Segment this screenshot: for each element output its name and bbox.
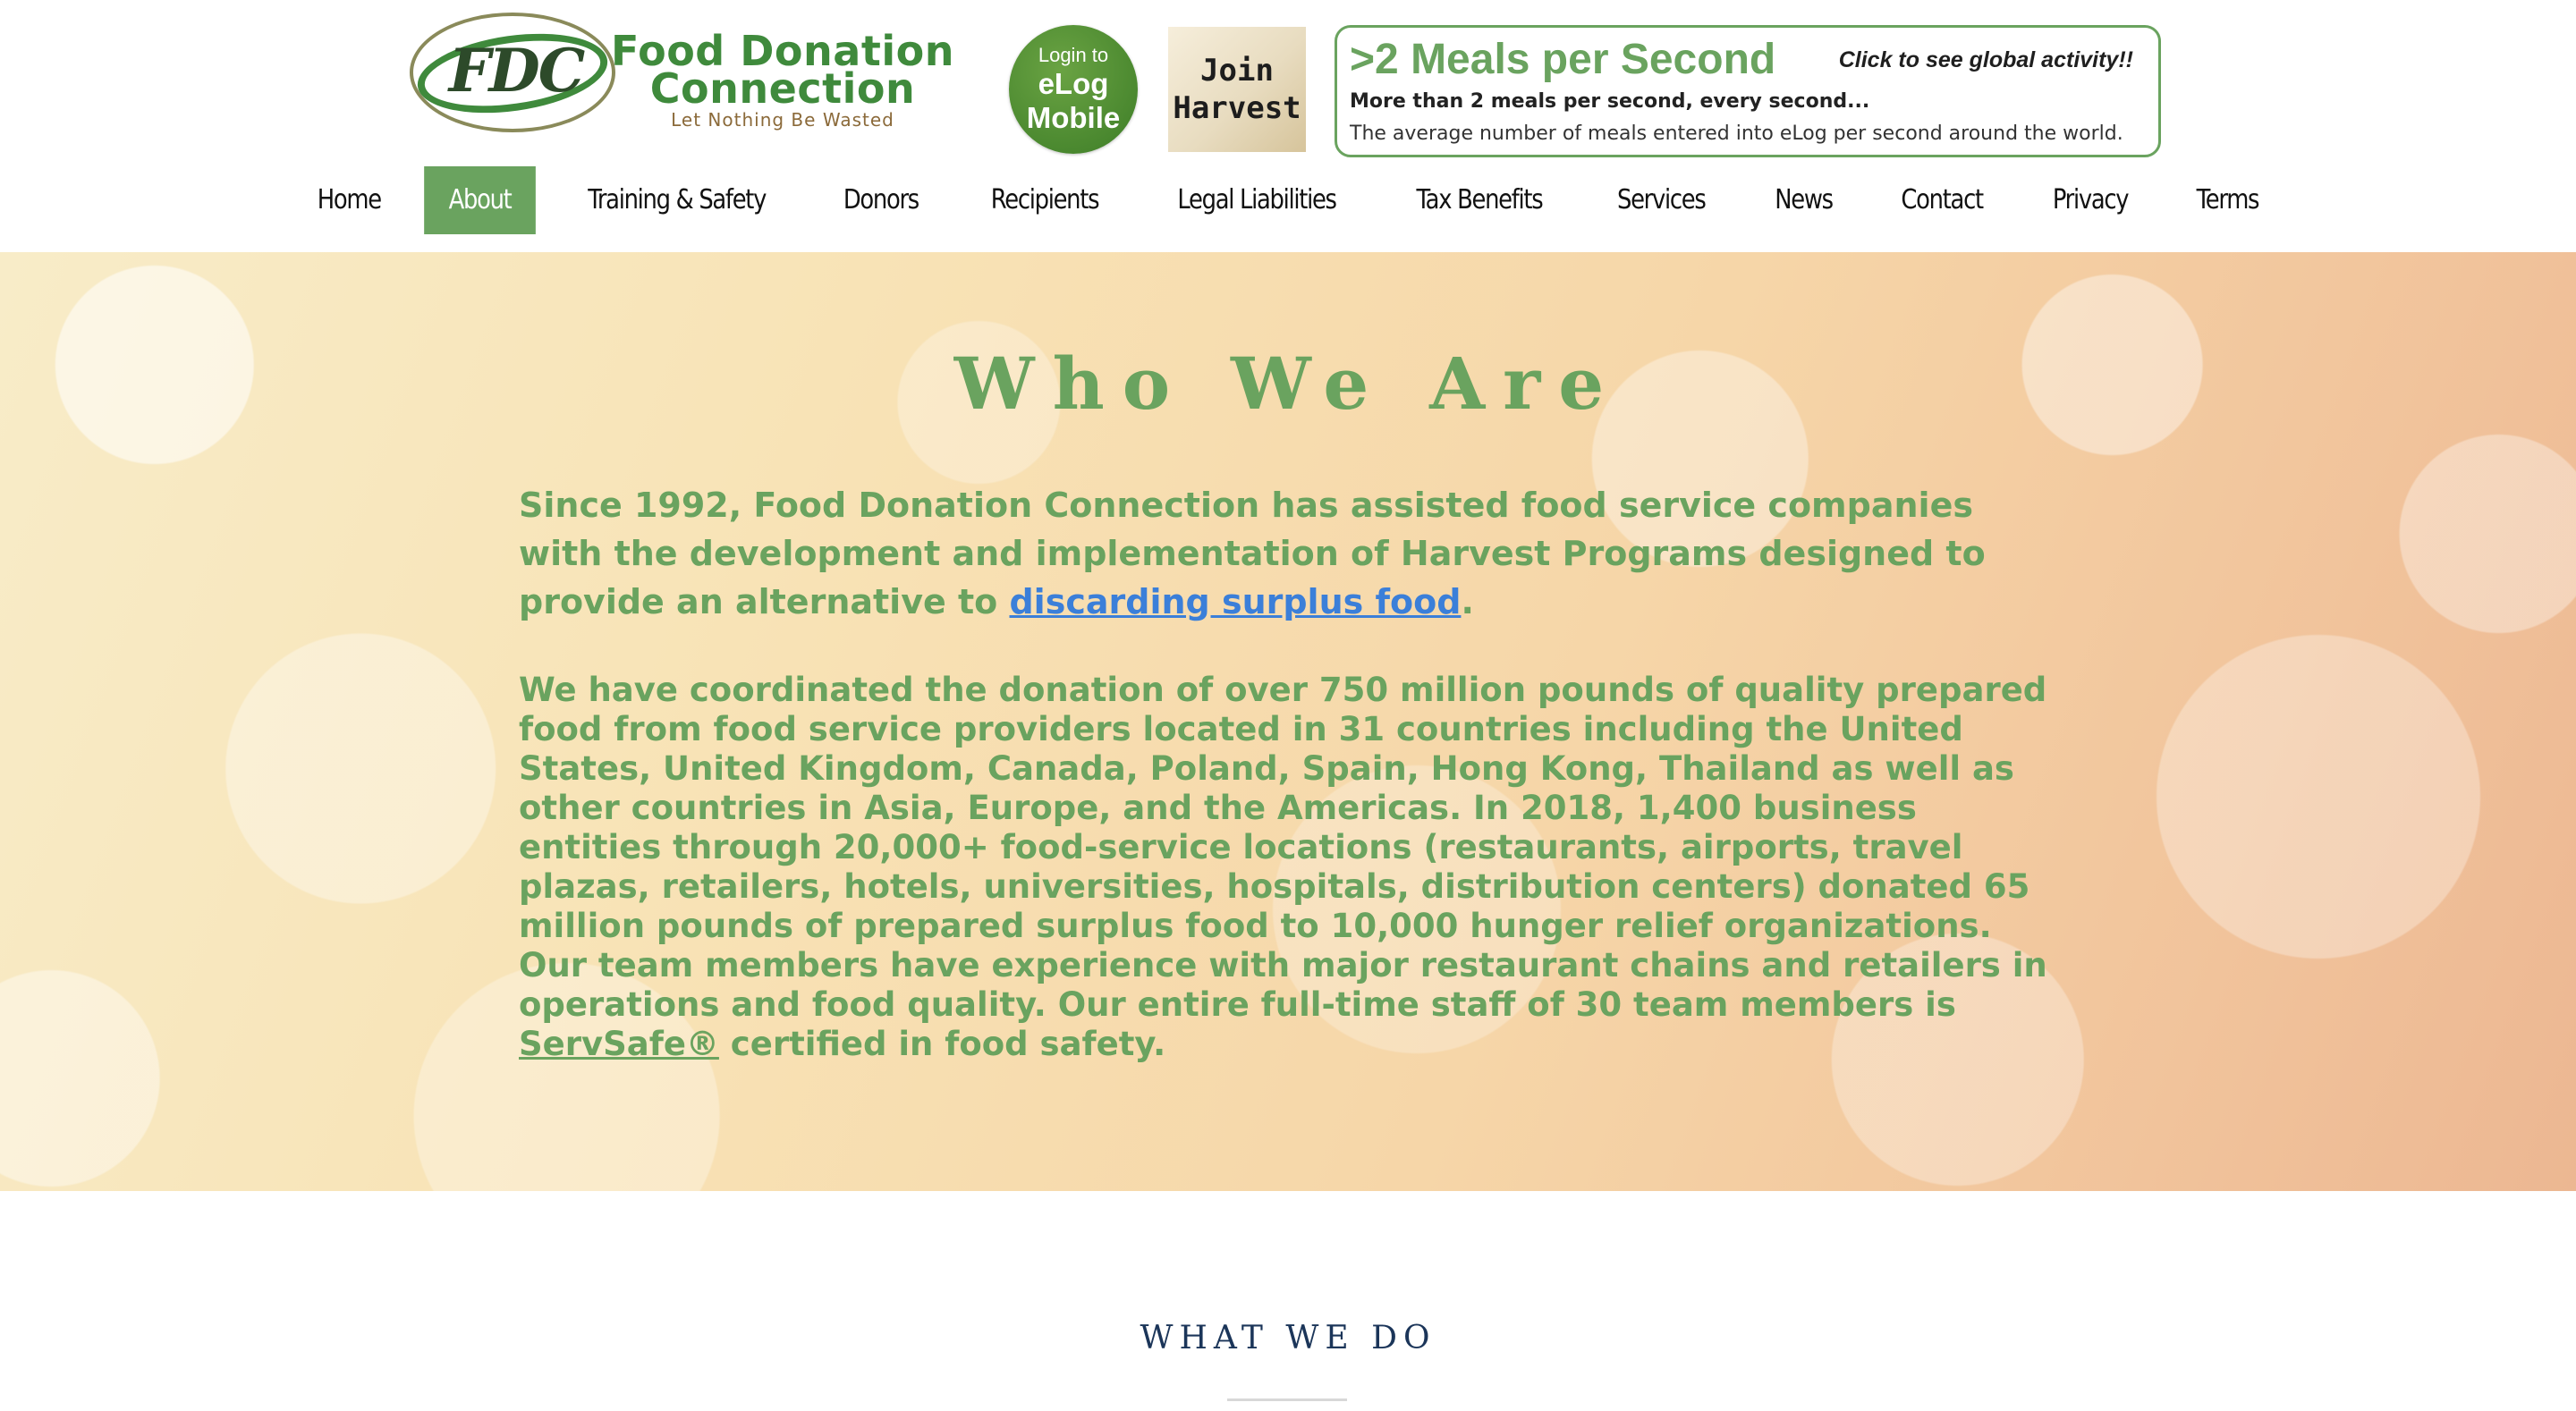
meals-subhead: More than 2 meals per second, every seco… bbox=[1350, 90, 1870, 113]
join-harvest-button[interactable]: Join Harvest bbox=[1168, 27, 1306, 152]
harvest-line2: Harvest bbox=[1173, 90, 1301, 126]
who-we-are-title: Who We Are bbox=[953, 342, 1623, 426]
donation-stats-paragraph: We have coordinated the donation of over… bbox=[519, 671, 2047, 945]
discarding-surplus-food-link[interactable]: discarding surplus food bbox=[1009, 582, 1461, 621]
nav-about[interactable]: About bbox=[423, 166, 536, 234]
nav-training-safety[interactable]: Training & Safety bbox=[564, 166, 791, 234]
who-we-are-section: Who We Are Since 1992, Food Donation Con… bbox=[0, 252, 2576, 1191]
nav-privacy[interactable]: Privacy bbox=[2028, 166, 2152, 234]
nav-legal-liabilities[interactable]: Legal Liabilities bbox=[1153, 166, 1360, 234]
fdc-logo[interactable]: FDC Food Donation Connection Let Nothing… bbox=[404, 9, 968, 134]
meals-headline: >2 Meals per Second bbox=[1350, 36, 1776, 83]
nav-home[interactable]: Home bbox=[292, 166, 405, 234]
nav-tax-benefits[interactable]: Tax Benefits bbox=[1392, 166, 1567, 234]
logo-name-line2: Connection bbox=[649, 64, 916, 113]
logo-mark: FDC bbox=[448, 36, 586, 106]
elog-line1: Login to bbox=[1038, 44, 1109, 66]
nav-recipients[interactable]: Recipients bbox=[966, 166, 1123, 234]
elog-line3: Mobile bbox=[1026, 101, 1121, 134]
logo-name: Food Donation Connection bbox=[590, 30, 975, 113]
nav-news[interactable]: News bbox=[1750, 166, 1857, 234]
site-header: FDC Food Donation Connection Let Nothing… bbox=[0, 0, 2576, 252]
main-nav: Home About Training & Safety Donors Reci… bbox=[0, 166, 2576, 234]
nav-contact[interactable]: Contact bbox=[1877, 166, 2007, 234]
nav-terms[interactable]: Terms bbox=[2172, 166, 2284, 234]
nav-donors[interactable]: Donors bbox=[819, 166, 944, 234]
team-paragraph: Our team members have experience with ma… bbox=[519, 946, 2057, 1064]
logo-tagline: Let Nothing Be Wasted bbox=[671, 109, 894, 131]
intro-text-end: . bbox=[1461, 582, 1474, 621]
harvest-line1: Join bbox=[1200, 53, 1274, 89]
meals-per-second-banner[interactable]: >2 Meals per Second Click to see global … bbox=[1335, 25, 2161, 157]
elog-line2: eLog bbox=[1038, 67, 1109, 100]
meals-description: The average number of meals entered into… bbox=[1350, 123, 2123, 145]
nav-services[interactable]: Services bbox=[1593, 166, 1731, 234]
what-we-do-heading: WHAT WE DO bbox=[1140, 1320, 1436, 1356]
what-we-do-divider bbox=[1227, 1398, 1347, 1401]
intro-paragraph: Since 1992, Food Donation Connection has… bbox=[519, 481, 2057, 626]
team-text-end: certified in food safety. bbox=[718, 1025, 1166, 1063]
servsafe-link[interactable]: ServSafe® bbox=[519, 1025, 719, 1063]
elog-mobile-login-button[interactable]: Login to eLog Mobile bbox=[1009, 25, 1138, 154]
meals-cta[interactable]: Click to see global activity!! bbox=[1839, 47, 2133, 73]
team-text: Our team members have experience with ma… bbox=[519, 946, 2047, 1024]
